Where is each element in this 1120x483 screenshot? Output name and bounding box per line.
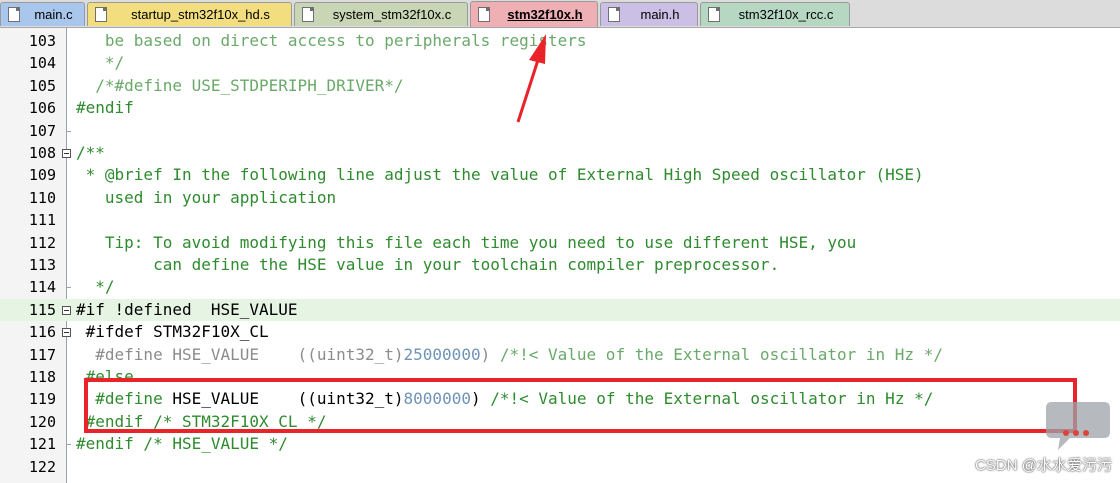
annotation-highlight-box	[84, 378, 1077, 433]
watermark: CSDN @水水爱污污	[975, 457, 1112, 474]
chat-bubble-icon[interactable]	[1040, 400, 1112, 455]
